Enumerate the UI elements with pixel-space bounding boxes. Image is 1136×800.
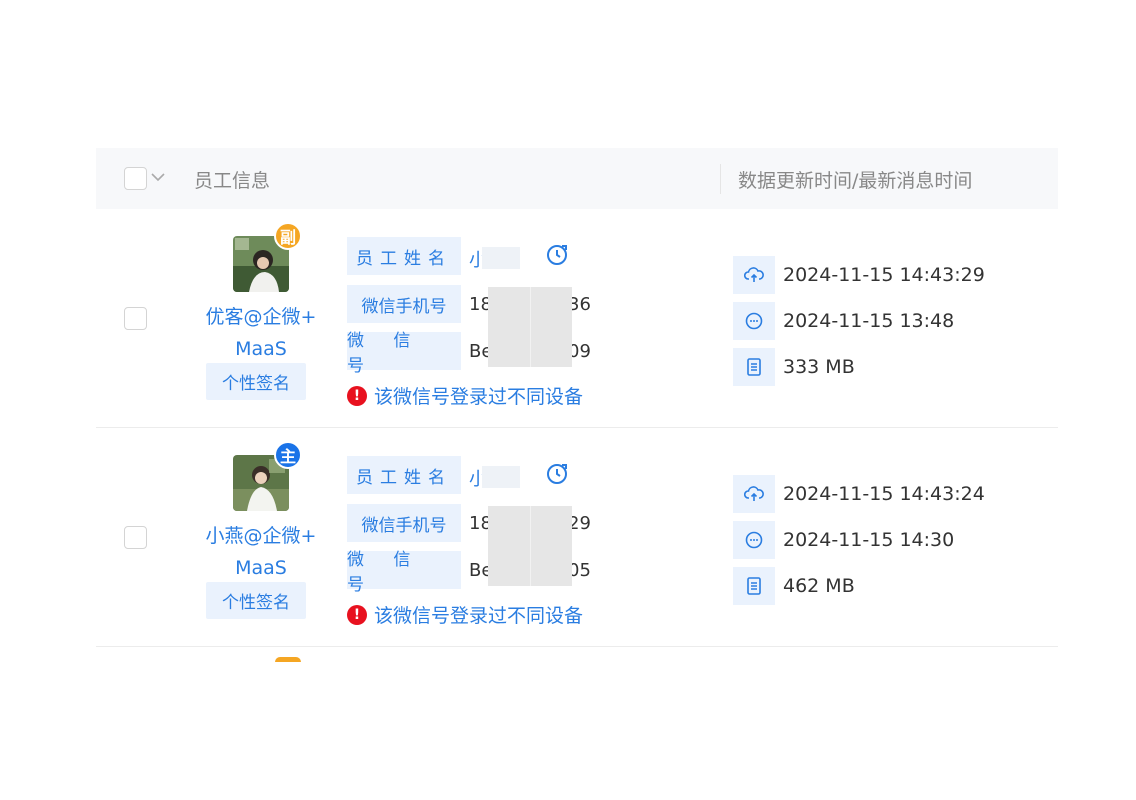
employee-name-suffix[interactable]: MaaS (196, 552, 326, 584)
avatar-container: 副 (233, 222, 302, 292)
employee-name[interactable]: 优客@企微+ (196, 301, 326, 333)
data-update-time: 2024-11-15 14:43:29 (783, 264, 985, 286)
redaction-mask (488, 506, 572, 586)
chat-bubble-icon (733, 521, 775, 559)
avatar-container: 主 (233, 441, 302, 511)
latest-message-time: 2024-11-15 14:30 (783, 529, 955, 551)
warning-icon: ! (347, 385, 367, 406)
next-row-badge-peek (275, 657, 301, 662)
storage-size: 333 MB (783, 356, 855, 378)
cloud-upload-icon (733, 256, 775, 294)
storage-size: 462 MB (783, 575, 855, 597)
label-employee-name: 员工姓名 (347, 237, 461, 275)
label-wechat-id: 微 信 号 (347, 331, 461, 376)
warning-icon: ! (347, 604, 367, 625)
employee-name-suffix[interactable]: MaaS (196, 333, 326, 365)
signature-button[interactable]: 个性签名 (206, 363, 306, 400)
device-warning[interactable]: ! 该微信号登录过不同设备 (347, 382, 583, 409)
label-phone: 微信手机号 (347, 285, 461, 323)
row-checkbox[interactable] (124, 526, 147, 549)
clock-icon[interactable] (545, 243, 569, 267)
secondary-account-badge: 副 (274, 222, 302, 250)
chevron-down-icon[interactable] (149, 170, 167, 184)
storage-icon (733, 567, 775, 605)
label-wechat-id: 微 信 号 (347, 550, 461, 595)
redaction-mask (482, 247, 520, 269)
table-header: 员工信息 数据更新时间/最新消息时间 (96, 148, 1058, 209)
cloud-upload-icon (733, 475, 775, 513)
latest-message-time: 2024-11-15 13:48 (783, 310, 955, 332)
select-all-checkbox[interactable] (124, 167, 147, 190)
primary-account-badge: 主 (274, 441, 302, 469)
signature-button[interactable]: 个性签名 (206, 582, 306, 619)
table-row: 副 优客@企微+ MaaS 个性签名 员工姓名 小 微信手机号 18 36 微 … (96, 209, 1058, 428)
employee-table: 员工信息 数据更新时间/最新消息时间 副 优客@企微+ MaaS 个性签名 员工… (96, 148, 1058, 662)
employee-name[interactable]: 小燕@企微+ (196, 520, 326, 552)
device-warning[interactable]: ! 该微信号登录过不同设备 (347, 601, 583, 628)
data-update-time: 2024-11-15 14:43:24 (783, 483, 985, 505)
warning-text: 该微信号登录过不同设备 (374, 605, 584, 627)
header-divider (720, 164, 721, 194)
storage-icon (733, 348, 775, 386)
label-employee-name: 员工姓名 (347, 456, 461, 494)
header-time: 数据更新时间/最新消息时间 (738, 170, 973, 192)
chat-bubble-icon (733, 302, 775, 340)
clock-icon[interactable] (545, 462, 569, 486)
warning-text: 该微信号登录过不同设备 (374, 386, 584, 408)
redaction-mask (482, 466, 520, 488)
table-row: 主 小燕@企微+ MaaS 个性签名 员工姓名 小 微信手机号 18 29 微 … (96, 428, 1058, 647)
row-checkbox[interactable] (124, 307, 147, 330)
header-employee-info: 员工信息 (194, 170, 271, 192)
label-phone: 微信手机号 (347, 504, 461, 542)
redaction-mask (488, 287, 572, 367)
